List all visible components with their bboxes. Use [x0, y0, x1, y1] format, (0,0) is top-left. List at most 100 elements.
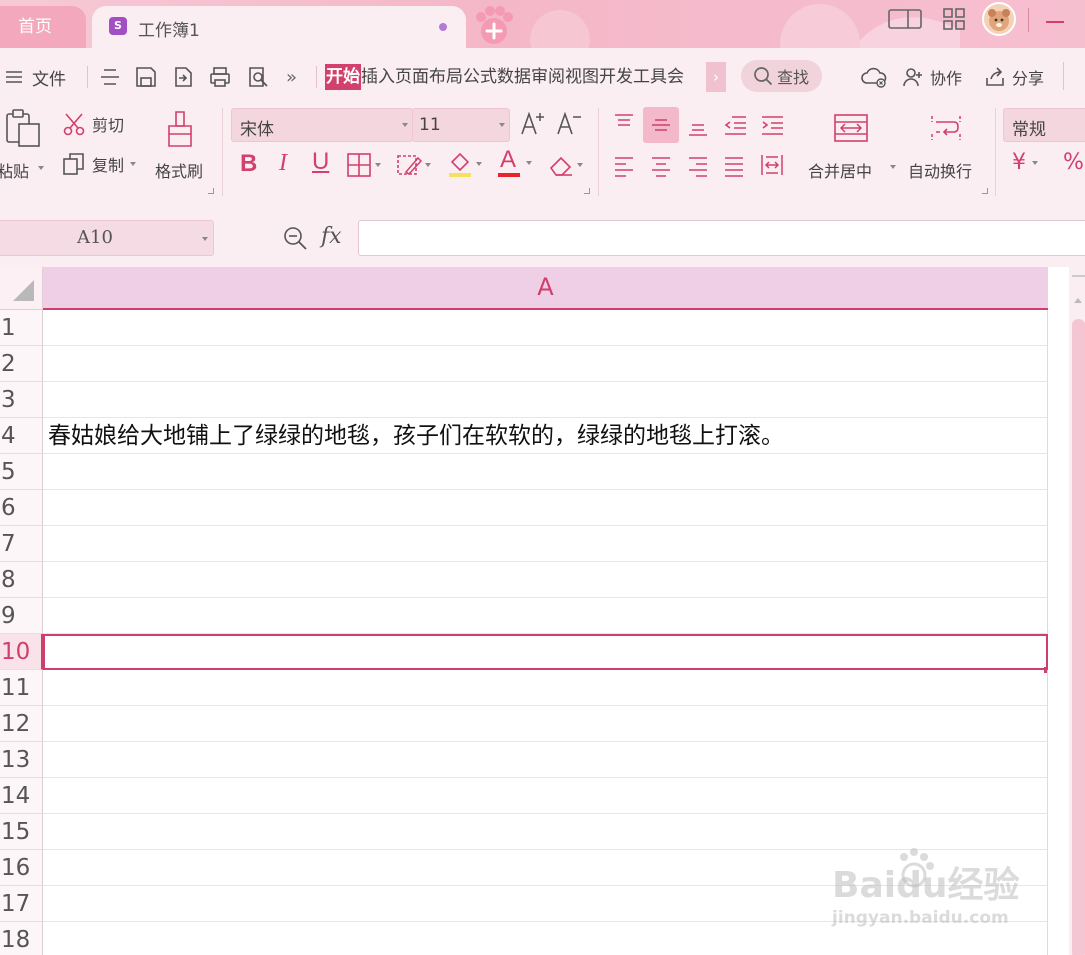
cell-a12[interactable] — [43, 706, 1048, 742]
distributed-align-button[interactable] — [759, 152, 785, 178]
qa-align-button[interactable] — [98, 64, 122, 90]
print-preview-button[interactable] — [246, 64, 270, 90]
cell-a2[interactable] — [43, 346, 1048, 382]
cell-a16[interactable] — [43, 850, 1048, 886]
row-header[interactable]: 11 — [0, 670, 43, 706]
cell-a14[interactable] — [43, 778, 1048, 814]
bold-button[interactable]: B — [240, 150, 257, 178]
share-button[interactable]: 分享 — [984, 64, 1044, 90]
menu-tab-formulas[interactable]: 公式 — [463, 64, 497, 90]
row-header[interactable]: 3 — [0, 382, 43, 418]
number-format-select[interactable]: 常规 — [1003, 108, 1085, 142]
file-menu-button[interactable]: 文件 — [4, 64, 66, 90]
export-button[interactable] — [171, 64, 195, 90]
italic-button[interactable]: I — [279, 150, 287, 177]
menu-tab-developer[interactable]: 开发工具 — [599, 64, 667, 90]
insert-function-button[interactable]: fx — [321, 224, 342, 249]
decrease-font-button[interactable] — [556, 110, 582, 138]
menu-tab-view[interactable]: 视图 — [565, 64, 599, 90]
cell-style-button[interactable] — [396, 152, 431, 178]
menu-tab-data[interactable]: 数据 — [497, 64, 531, 90]
cell-a5[interactable] — [43, 454, 1048, 490]
row-header[interactable]: 13 — [0, 742, 43, 778]
column-header-a[interactable]: A — [43, 267, 1048, 310]
font-name-select[interactable]: 宋体 — [231, 108, 413, 142]
copy-button[interactable]: 复制 — [62, 152, 137, 176]
tab-workbook[interactable]: S 工作簿1 — [92, 6, 466, 48]
paste-button[interactable]: 粘贴 — [0, 108, 50, 192]
formula-input[interactable] — [358, 220, 1085, 256]
search-button[interactable]: 查找 — [741, 60, 822, 92]
row-header[interactable]: 6 — [0, 490, 43, 526]
increase-indent-button[interactable] — [759, 113, 785, 137]
row-header[interactable]: 18 — [0, 922, 43, 955]
menu-tab-review[interactable]: 审阅 — [531, 64, 565, 90]
decrease-indent-button[interactable] — [722, 113, 748, 137]
merge-center-button[interactable]: 合并居中 — [806, 108, 898, 192]
row-header[interactable]: 1 — [0, 310, 43, 346]
row-header[interactable]: 5 — [0, 454, 43, 490]
row-header[interactable]: 9 — [0, 598, 43, 634]
print-button[interactable] — [208, 64, 232, 90]
overflow-chevron-icon[interactable]: » — [286, 64, 297, 90]
clipboard-group-launcher[interactable] — [208, 188, 214, 194]
cell-a1[interactable] — [43, 310, 1048, 346]
align-right-button[interactable] — [686, 154, 710, 178]
menu-tab-page-layout[interactable]: 页面布局 — [395, 64, 463, 90]
user-avatar[interactable] — [982, 2, 1016, 36]
cell-a3[interactable] — [43, 382, 1048, 418]
fill-color-button[interactable] — [447, 150, 482, 178]
zoom-formula-button[interactable] — [282, 225, 308, 251]
alignment-group-launcher[interactable] — [982, 188, 988, 194]
align-left-button[interactable] — [612, 154, 636, 178]
cell-a11[interactable] — [43, 670, 1048, 706]
clear-format-button[interactable] — [548, 152, 583, 178]
row-header[interactable]: 8 — [0, 562, 43, 598]
format-painter-button[interactable]: 格式刷 — [155, 108, 211, 192]
row-header[interactable]: 15 — [0, 814, 43, 850]
cell-a18[interactable] — [43, 922, 1048, 955]
apps-grid-button[interactable] — [942, 6, 966, 32]
row-header[interactable]: 17 — [0, 886, 43, 922]
menu-tab-home[interactable]: 开始 — [325, 64, 361, 90]
save-button[interactable] — [134, 64, 158, 90]
menu-tab-insert[interactable]: 插入 — [361, 64, 395, 90]
row-header[interactable]: 2 — [0, 346, 43, 382]
minimize-button[interactable] — [1044, 10, 1066, 36]
row-header[interactable]: 16 — [0, 850, 43, 886]
menu-tab-member[interactable]: 会 — [667, 64, 684, 90]
row-header[interactable]: 7 — [0, 526, 43, 562]
cell-a8[interactable] — [43, 562, 1048, 598]
cell-a15[interactable] — [43, 814, 1048, 850]
wrap-text-button[interactable]: 自动换行 — [906, 108, 988, 192]
cloud-sync-button[interactable] — [860, 64, 888, 90]
select-all-button[interactable] — [0, 267, 43, 310]
borders-button[interactable] — [346, 152, 381, 178]
window-layout-button[interactable] — [888, 6, 924, 32]
split-handle[interactable] — [1072, 275, 1085, 277]
cell-a6[interactable] — [43, 490, 1048, 526]
currency-button[interactable]: ¥ — [1012, 150, 1038, 175]
cell-a7[interactable] — [43, 526, 1048, 562]
row-header[interactable]: 4 — [0, 418, 43, 454]
scroll-up-arrow-icon[interactable] — [1072, 293, 1084, 307]
cell-a17[interactable] — [43, 886, 1048, 922]
collaborate-button[interactable]: 协作 — [902, 64, 962, 90]
cell-a13[interactable] — [43, 742, 1048, 778]
cell-a4[interactable]: 春姑娘给大地铺上了绿绿的地毯，孩子们在软软的，绿绿的地毯上打滚。 — [43, 418, 1048, 454]
percent-button[interactable]: % — [1063, 150, 1084, 175]
row-header[interactable]: 14 — [0, 778, 43, 814]
font-group-launcher[interactable] — [584, 188, 590, 194]
cell-a9[interactable] — [43, 598, 1048, 634]
align-middle-button[interactable] — [649, 113, 673, 137]
align-bottom-button[interactable] — [686, 114, 710, 138]
vertical-scrollbar-thumb[interactable] — [1072, 319, 1085, 955]
font-size-select[interactable]: 11 — [412, 108, 510, 142]
increase-font-button[interactable] — [520, 110, 546, 138]
cell-a10[interactable] — [43, 634, 1048, 670]
menu-scroll-right-button[interactable]: › — [706, 62, 726, 92]
font-color-button[interactable]: A — [497, 146, 532, 178]
name-box[interactable]: A10 — [0, 220, 214, 256]
align-top-button[interactable] — [612, 112, 636, 136]
justify-button[interactable] — [722, 154, 746, 178]
